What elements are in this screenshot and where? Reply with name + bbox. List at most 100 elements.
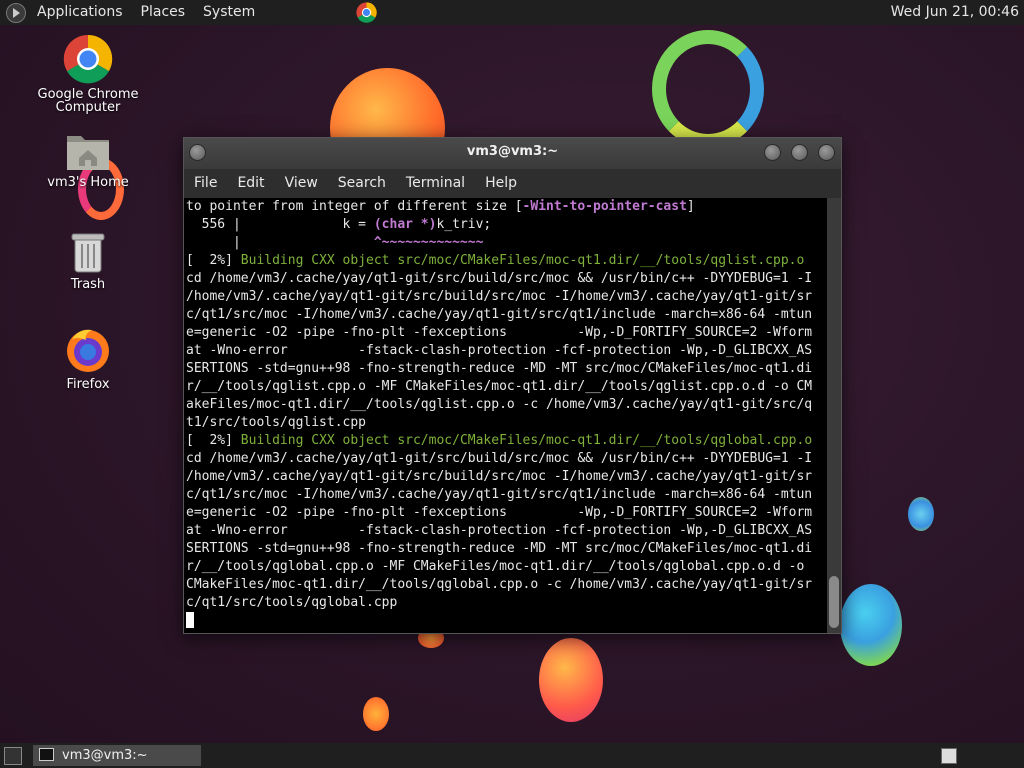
decor-orb-tiny	[363, 697, 389, 731]
menu-terminal[interactable]: Terminal	[396, 169, 475, 198]
terminal-menubar: File Edit View Search Terminal Help	[184, 169, 841, 198]
bottom-panel: vm3@vm3:~	[0, 743, 1024, 768]
terminal-line: c/qt1/src/tools/qglobal.cpp	[186, 594, 812, 612]
terminal-text: /home/vm3/.cache/yay/qt1-git/src/build/s…	[186, 289, 813, 304]
decor-orb-bottom	[539, 638, 603, 722]
terminal-line: e=generic -O2 -pipe -fno-plt -fexception…	[186, 324, 812, 342]
trash-icon	[71, 233, 105, 273]
terminal-line: cd /home/vm3/.cache/yay/qt1-git/src/buil…	[186, 450, 812, 468]
terminal-line: /home/vm3/.cache/yay/qt1-git/src/build/s…	[186, 468, 812, 486]
workspace-switcher[interactable]	[941, 748, 957, 764]
terminal-text: SERTIONS -std=gnu++98 -fno-strength-redu…	[186, 361, 813, 376]
menu-file[interactable]: File	[184, 169, 227, 198]
taskbar-item-label: vm3@vm3:~	[62, 748, 148, 763]
terminal-line: /home/vm3/.cache/yay/qt1-git/src/build/s…	[186, 288, 812, 306]
menu-view[interactable]: View	[275, 169, 328, 198]
menu-system[interactable]: System	[194, 0, 264, 25]
terminal-line: c/qt1/src/moc -I/home/vm3/.cache/yay/qt1…	[186, 306, 812, 324]
terminal-line: t1/src/tools/qglist.cpp	[186, 414, 812, 432]
terminal-text: (char *)	[373, 217, 437, 232]
home-folder-icon	[67, 136, 109, 170]
terminal-text: e=generic -O2 -pipe -fno-plt -fexception…	[186, 325, 813, 340]
terminal-line: | ^~~~~~~~~~~~~~	[186, 234, 812, 252]
terminal-text: c/qt1/src/moc -I/home/vm3/.cache/yay/qt1…	[186, 307, 813, 322]
desktop-icon-label: Trash	[70, 277, 106, 292]
terminal-prompt-line	[186, 612, 812, 630]
terminal-text: [ 2%]	[186, 253, 241, 268]
minimize-button[interactable]	[764, 144, 781, 161]
taskbar-item-terminal[interactable]: vm3@vm3:~	[33, 745, 201, 766]
terminal-line: r/__/tools/qglist.cpp.o -MF CMakeFiles/m…	[186, 378, 812, 396]
terminal-text: k_triv;	[436, 217, 492, 232]
terminal-text: e=generic -O2 -pipe -fno-plt -fexception…	[186, 505, 813, 520]
decor-green-orb	[840, 584, 902, 666]
terminal-text: cd /home/vm3/.cache/yay/qt1-git/src/buil…	[186, 451, 813, 466]
terminal-text: ]	[686, 199, 695, 214]
terminal-text: ^~~~~~~~~~~~~~	[373, 235, 484, 250]
distro-logo-icon[interactable]	[6, 2, 26, 23]
menu-help[interactable]: Help	[475, 169, 527, 198]
terminal-line: at -Wno-error -fstack-clash-protection -…	[186, 522, 812, 540]
terminal-text: [ 2%]	[186, 433, 241, 448]
terminal-icon	[39, 748, 54, 761]
terminal-text: /home/vm3/.cache/yay/qt1-git/src/build/s…	[186, 469, 813, 484]
chrome-launcher-icon[interactable]	[356, 2, 377, 23]
terminal-text: c/qt1/src/tools/qglobal.cpp	[186, 595, 398, 610]
terminal-line: at -Wno-error -fstack-clash-protection -…	[186, 342, 812, 360]
terminal-output[interactable]: to pointer from integer of different siz…	[184, 198, 827, 633]
terminal-line: e=generic -O2 -pipe -fno-plt -fexception…	[186, 504, 812, 522]
menu-edit[interactable]: Edit	[227, 169, 274, 198]
desktop-icon-home[interactable]: vm3's Home	[33, 128, 143, 189]
terminal-text: 556 | k =	[186, 217, 374, 232]
terminal-line: SERTIONS -std=gnu++98 -fno-strength-redu…	[186, 540, 812, 558]
terminal-window: vm3@vm3:~ File Edit View Search Terminal…	[183, 137, 842, 634]
maximize-button[interactable]	[791, 144, 808, 161]
terminal-text: SERTIONS -std=gnu++98 -fno-strength-redu…	[186, 541, 813, 556]
menu-applications[interactable]: Applications	[28, 0, 132, 25]
scrollbar-thumb[interactable]	[829, 576, 839, 628]
window-titlebar[interactable]: vm3@vm3:~	[184, 138, 841, 169]
desktop-icon-label: Firefox	[66, 377, 110, 392]
terminal-text: |	[186, 235, 374, 250]
decor-blue-orb	[908, 497, 934, 531]
menu-search[interactable]: Search	[328, 169, 396, 198]
terminal-line: 556 | k = (char *)k_triv;	[186, 216, 812, 234]
terminal-text: Building CXX object src/moc/CMakeFiles/m…	[240, 253, 805, 268]
terminal-text: Building CXX object src/moc/CMakeFiles/m…	[240, 433, 813, 448]
terminal-text: r/__/tools/qglobal.cpp.o -MF CMakeFiles/…	[186, 559, 813, 574]
terminal-line: [ 2%] Building CXX object src/moc/CMakeF…	[186, 252, 812, 270]
firefox-icon	[67, 329, 109, 372]
terminal-text: at -Wno-error -fstack-clash-protection -…	[186, 343, 813, 358]
terminal-text: akeFiles/moc-qt1.dir/__/tools/qglist.cpp…	[186, 397, 813, 412]
terminal-text: at -Wno-error -fstack-clash-protection -…	[186, 523, 813, 538]
terminal-line: akeFiles/moc-qt1.dir/__/tools/qglist.cpp…	[186, 396, 812, 414]
menu-places[interactable]: Places	[132, 0, 195, 25]
terminal-line: c/qt1/src/moc -I/home/vm3/.cache/yay/qt1…	[186, 486, 812, 504]
window-menu-button[interactable]	[189, 144, 206, 161]
terminal-cursor	[186, 612, 194, 628]
terminal-text: CMakeFiles/moc-qt1.dir/__/tools/qglobal.…	[186, 577, 813, 592]
terminal-line: [ 2%] Building CXX object src/moc/CMakeF…	[186, 432, 812, 450]
decor-rainbow-ring	[652, 30, 764, 148]
terminal-text: -Wint-to-pointer-cast	[522, 199, 687, 214]
desktop-icon-label: vm3's Home	[47, 175, 129, 190]
terminal-scrollbar[interactable]	[827, 198, 841, 633]
terminal-line: SERTIONS -std=gnu++98 -fno-strength-redu…	[186, 360, 812, 378]
desktop-icon-chrome[interactable]: Google Chrome Computer	[33, 34, 143, 114]
desktop-icon-firefox[interactable]: Firefox	[33, 326, 143, 391]
close-button[interactable]	[818, 144, 835, 161]
terminal-line: CMakeFiles/moc-qt1.dir/__/tools/qglobal.…	[186, 576, 812, 594]
terminal-text: cd /home/vm3/.cache/yay/qt1-git/src/buil…	[186, 271, 813, 286]
chrome-icon	[63, 34, 113, 84]
desktop-icon-trash[interactable]: Trash	[33, 230, 143, 291]
terminal-text: t1/src/tools/qglist.cpp	[186, 415, 367, 430]
terminal-text: to pointer from integer of different siz…	[186, 199, 523, 214]
panel-clock[interactable]: Wed Jun 21, 00:46	[891, 0, 1019, 25]
terminal-text: r/__/tools/qglist.cpp.o -MF CMakeFiles/m…	[186, 379, 813, 394]
desktop-icon-sublabel: Computer	[55, 100, 121, 115]
terminal-line: to pointer from integer of different siz…	[186, 198, 812, 216]
show-desktop-icon[interactable]	[4, 747, 22, 765]
window-title: vm3@vm3:~	[466, 144, 559, 159]
terminal-line: r/__/tools/qglobal.cpp.o -MF CMakeFiles/…	[186, 558, 812, 576]
terminal-lines: to pointer from integer of different siz…	[186, 198, 812, 630]
